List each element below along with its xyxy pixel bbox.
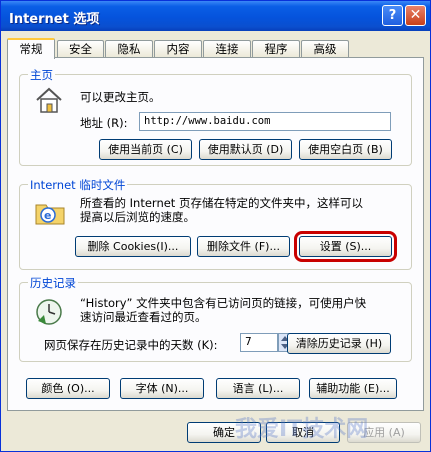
colors-button[interactable]: 颜色 (O)... (26, 378, 110, 399)
tab-general[interactable]: 常规 (7, 38, 55, 59)
history-legend: 历史记录 (28, 275, 78, 291)
history-description-2: 速访问最近查看过的页。 (80, 310, 207, 324)
general-tab-panel: 主页 可以更改主页。 地址 (R): http://www.baidu.com … (7, 57, 424, 411)
temp-files-description-2: 提高以后浏览的速度。 (80, 210, 195, 224)
home-icon (36, 87, 62, 113)
address-label: 地址 (R): (80, 116, 128, 130)
use-blank-page-button[interactable]: 使用空白页 (B) (299, 139, 392, 160)
history-clock-icon (36, 299, 62, 325)
homepage-group: 主页 可以更改主页。 地址 (R): http://www.baidu.com … (19, 67, 412, 166)
tab-security[interactable]: 安全 (57, 40, 104, 57)
history-days-value: 7 (245, 336, 252, 348)
delete-files-button[interactable]: 删除文件 (F)... (197, 236, 290, 257)
delete-cookies-button[interactable]: 删除 Cookies(I)... (75, 236, 191, 257)
svg-text:e: e (44, 209, 51, 222)
title-bar[interactable]: Internet 选项 ? ✕ (1, 1, 430, 31)
window-title: Internet 选项 (9, 12, 100, 27)
homepage-legend: 主页 (28, 67, 55, 83)
address-input[interactable]: http://www.baidu.com (139, 112, 391, 131)
apply-button[interactable]: 应用 (A) (347, 422, 421, 443)
history-days-label: 网页保存在历史记录中的天数 (K): (44, 338, 218, 352)
cancel-button[interactable]: 取消 (266, 422, 340, 443)
tab-content[interactable]: 内容 (154, 40, 202, 57)
homepage-description: 可以更改主页。 (80, 90, 161, 104)
history-days-input[interactable]: 7 (240, 333, 278, 352)
clear-history-button[interactable]: 清除历史记录 (H) (287, 333, 391, 354)
tab-privacy[interactable]: 隐私 (105, 40, 153, 57)
languages-button[interactable]: 语言 (L)... (216, 378, 300, 399)
tab-connections[interactable]: 连接 (203, 40, 251, 57)
use-current-page-button[interactable]: 使用当前页 (C) (99, 139, 192, 160)
history-group: 历史记录 “History” 文件夹中包含有已访问页的链接，可使用户快 速访问最… (19, 275, 412, 362)
internet-options-window: Internet 选项 ? ✕ 常规 安全 隐私 内容 连接 程序 高级 主页 … (0, 0, 431, 452)
temp-files-folder-icon: e (35, 204, 65, 225)
close-button[interactable]: ✕ (405, 5, 426, 26)
help-button[interactable]: ? (382, 5, 403, 26)
temp-files-settings-button[interactable]: 设置 (S)... (294, 231, 397, 262)
use-default-page-button[interactable]: 使用默认页 (D) (199, 139, 292, 160)
fonts-button[interactable]: 字体 (N)... (120, 378, 204, 399)
temp-files-group: Internet 临时文件 e 所查看的 Internet 页存储在特定的文件夹… (19, 177, 412, 270)
tab-advanced[interactable]: 高级 (301, 40, 349, 57)
tab-programs[interactable]: 程序 (252, 40, 300, 57)
temp-files-legend: Internet 临时文件 (28, 177, 128, 193)
ok-button[interactable]: 确定 (187, 422, 261, 443)
accessibility-button[interactable]: 辅助功能 (E)... (309, 378, 397, 399)
